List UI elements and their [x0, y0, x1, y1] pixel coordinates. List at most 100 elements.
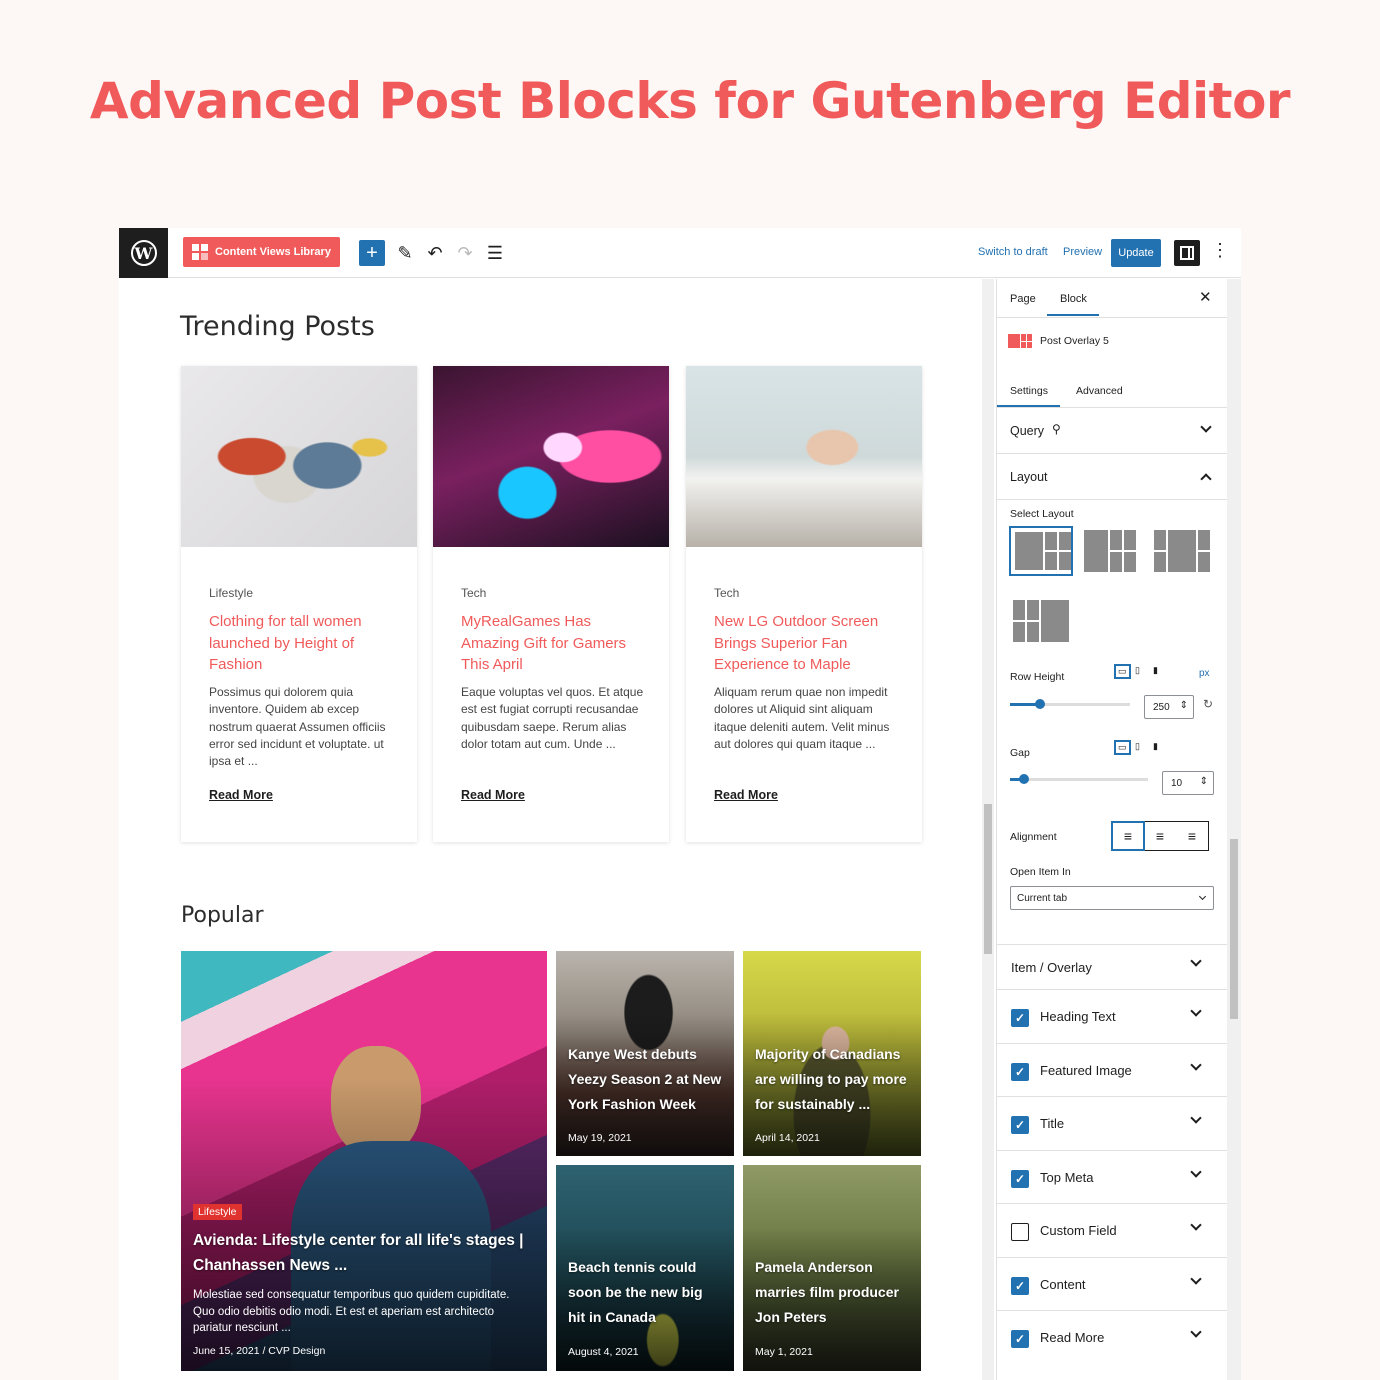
read-more-link[interactable]: Read More [461, 788, 525, 802]
post-image[interactable] [686, 366, 922, 547]
row-height-input[interactable]: 250 [1144, 695, 1194, 719]
layout-option-3[interactable] [1150, 526, 1214, 576]
post-tile[interactable]: Kanye West debuts Yeezy Season 2 at New … [556, 951, 734, 1156]
subtab-settings[interactable]: Settings [1010, 385, 1048, 397]
post-category[interactable]: Lifestyle [209, 586, 253, 600]
layout-option-1[interactable] [1009, 526, 1073, 576]
align-center-icon[interactable]: ≡ [1144, 822, 1176, 850]
tab-block[interactable]: Block [1060, 293, 1087, 305]
option-checkbox[interactable]: ✓ [1011, 1277, 1029, 1295]
chevron-down-icon[interactable] [1190, 1166, 1202, 1178]
wordpress-logo-icon[interactable]: W [119, 228, 168, 278]
row-height-slider-thumb[interactable] [1035, 699, 1045, 709]
post-tile-title[interactable]: Kanye West debuts Yeezy Season 2 at New … [568, 1042, 728, 1117]
option-row[interactable]: ✓ Read More [997, 1311, 1228, 1363]
layout-option-2[interactable] [1080, 526, 1144, 576]
tablet-icon[interactable]: ▯ [1135, 741, 1140, 752]
canvas-scrollbar[interactable] [982, 279, 994, 1380]
redo-icon[interactable]: ↷ [453, 241, 477, 265]
content-views-library-button[interactable]: Content Views Library [183, 237, 340, 267]
open-item-selected-value: Current tab [1017, 893, 1068, 904]
pen-icon[interactable]: ✎ [393, 241, 417, 265]
layout-option-4[interactable] [1009, 596, 1073, 646]
gap-slider[interactable] [1010, 778, 1148, 781]
query-label: Query [1010, 424, 1045, 438]
read-more-link[interactable]: Read More [714, 788, 778, 802]
mobile-icon[interactable]: ▮ [1153, 665, 1158, 676]
tablet-icon[interactable]: ▯ [1135, 665, 1140, 676]
post-tile-date: April 14, 2021 [755, 1132, 820, 1144]
post-title[interactable]: MyRealGames Has Amazing Gift for Gamers … [461, 611, 646, 676]
subtab-advanced[interactable]: Advanced [1076, 385, 1123, 397]
post-overlay-block-icon [1008, 334, 1032, 348]
query-panel-toggle[interactable]: Query ⚲ [997, 408, 1228, 453]
sidebar-scrollbar[interactable] [1227, 279, 1241, 1380]
option-row[interactable]: ✓ Title [997, 1097, 1228, 1149]
update-button[interactable]: Update [1111, 239, 1161, 267]
option-checkbox[interactable]: ✓ [1011, 1330, 1029, 1348]
post-image[interactable] [181, 366, 417, 547]
post-card[interactable]: Tech New LG Outdoor Screen Brings Superi… [686, 366, 922, 842]
featured-post-tile[interactable]: Lifestyle Avienda: Lifestyle center for … [181, 951, 547, 1371]
chevron-down-icon[interactable] [1190, 1326, 1202, 1338]
desktop-icon[interactable]: ▭ [1114, 740, 1131, 755]
option-checkbox[interactable]: ✓ [1011, 1170, 1029, 1188]
more-vertical-icon[interactable]: ⋮ [1211, 240, 1229, 261]
option-row[interactable]: ✓ Featured Image [997, 1044, 1228, 1096]
chevron-down-icon[interactable] [1190, 1112, 1202, 1124]
option-checkbox[interactable]: ✓ [1011, 1063, 1029, 1081]
post-title[interactable]: Clothing for tall women launched by Heig… [209, 611, 394, 676]
desktop-icon[interactable]: ▭ [1114, 664, 1131, 679]
chevron-down-icon[interactable] [1190, 1273, 1202, 1285]
post-category[interactable]: Tech [461, 586, 486, 600]
option-checkbox[interactable] [1011, 1223, 1029, 1241]
row-height-unit[interactable]: px [1199, 668, 1210, 679]
block-name: Post Overlay 5 [1040, 335, 1109, 347]
open-item-select[interactable]: Current tab [1010, 886, 1214, 910]
settings-panel-icon[interactable] [1174, 240, 1200, 266]
option-row[interactable]: ✓ Top Meta [997, 1151, 1228, 1203]
option-checkbox[interactable]: ✓ [1011, 1009, 1029, 1027]
align-left-icon[interactable]: ≡ [1111, 821, 1145, 851]
post-card[interactable]: Lifestyle Clothing for tall women launch… [181, 366, 417, 842]
close-icon[interactable]: ✕ [1199, 288, 1212, 306]
preview-link[interactable]: Preview [1063, 246, 1102, 258]
option-checkbox[interactable]: ✓ [1011, 1116, 1029, 1134]
post-tile-title[interactable]: Majority of Canadians are willing to pay… [755, 1042, 915, 1117]
list-view-icon[interactable]: ☰ [483, 241, 507, 265]
post-category[interactable]: Tech [714, 586, 739, 600]
post-title[interactable]: New LG Outdoor Screen Brings Superior Fa… [714, 611, 899, 676]
chevron-down-icon[interactable] [1190, 1219, 1202, 1231]
mobile-icon[interactable]: ▮ [1153, 741, 1158, 752]
plus-icon[interactable]: + [359, 240, 385, 266]
option-row[interactable]: ✓ Content [997, 1258, 1228, 1310]
post-tile[interactable]: Beach tennis could soon be the new big h… [556, 1165, 734, 1371]
content-views-library-label: Content Views Library [215, 246, 331, 258]
chevron-up-icon [1200, 473, 1212, 485]
layout-panel-toggle[interactable]: Layout [997, 454, 1228, 499]
item-overlay-panel-toggle[interactable]: Item / Overlay [997, 945, 1228, 989]
gap-slider-thumb[interactable] [1018, 774, 1029, 784]
post-image[interactable] [433, 366, 669, 547]
chevron-down-icon[interactable] [1190, 1005, 1202, 1017]
post-tile[interactable]: Pamela Anderson marries film producer Jo… [743, 1165, 921, 1371]
post-tile[interactable]: Majority of Canadians are willing to pay… [743, 951, 921, 1156]
gap-input[interactable]: 10 [1162, 771, 1214, 795]
post-tile-date: May 19, 2021 [568, 1132, 632, 1144]
post-tile-title[interactable]: Pamela Anderson marries film producer Jo… [755, 1255, 915, 1330]
switch-to-draft-link[interactable]: Switch to draft [978, 246, 1048, 258]
post-tile-title[interactable]: Beach tennis could soon be the new big h… [568, 1255, 718, 1330]
undo-icon[interactable]: ↶ [423, 241, 447, 265]
align-right-icon[interactable]: ≡ [1176, 822, 1208, 850]
editor-canvas: Trending Posts Lifestyle Clothing for ta… [119, 279, 979, 1380]
option-label: Content [1040, 1277, 1086, 1292]
option-row[interactable]: Custom Field [997, 1204, 1228, 1256]
reset-icon[interactable]: ↻ [1203, 697, 1213, 711]
tab-page[interactable]: Page [1010, 293, 1036, 305]
post-card[interactable]: Tech MyRealGames Has Amazing Gift for Ga… [433, 366, 669, 842]
option-row[interactable]: ✓ Heading Text [997, 990, 1228, 1042]
chevron-down-icon[interactable] [1190, 1059, 1202, 1071]
category-badge[interactable]: Lifestyle [193, 1204, 242, 1220]
read-more-link[interactable]: Read More [209, 788, 273, 802]
featured-post-title[interactable]: Avienda: Lifestyle center for all life's… [193, 1228, 533, 1278]
